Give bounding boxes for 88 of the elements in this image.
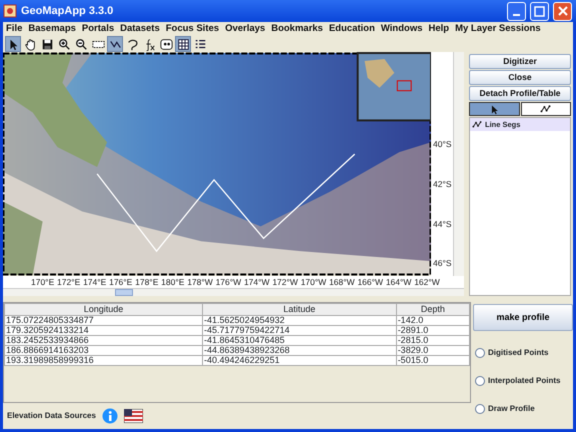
menu-item[interactable]: Overlays	[222, 22, 268, 36]
minimize-button[interactable]	[507, 2, 526, 20]
menu-item[interactable]: My Layer Sessions	[452, 22, 544, 36]
menu-item[interactable]: Portals	[78, 22, 118, 36]
segments-icon	[540, 104, 552, 114]
window-title: GeoMapApp 3.3.0	[21, 4, 114, 19]
inset-map[interactable]	[356, 52, 431, 122]
lasso-icon	[126, 38, 138, 50]
horizontal-scrollbar[interactable]	[3, 288, 464, 296]
maximize-icon	[534, 6, 545, 16]
zoom-out-icon	[74, 38, 88, 50]
table-cell: -45.71779759422714	[202, 326, 396, 336]
profile-line[interactable]	[96, 154, 356, 252]
latitude-label: 42°S	[433, 178, 453, 190]
latitude-label: 44°S	[433, 218, 453, 230]
menu-item[interactable]: Education	[326, 22, 378, 36]
longitude-label: 174°E	[83, 276, 106, 288]
column-header[interactable]: Depth	[396, 304, 470, 316]
table-cell: 183.2452533934866	[4, 336, 203, 346]
longitude-label: 170°E	[31, 276, 54, 288]
table-cell: 179.3205924133214	[4, 326, 203, 336]
menu-item[interactable]: Focus Sites	[162, 22, 222, 36]
table-cell: 193.31989858999316	[4, 356, 203, 366]
tool-tab[interactable]	[520, 102, 571, 116]
menu-item[interactable]: Datasets	[117, 22, 163, 36]
column-header[interactable]: Latitude	[202, 304, 396, 316]
save-icon	[40, 38, 54, 50]
longitude-label: 168°W	[329, 276, 355, 288]
panel-button[interactable]: Detach Profile/Table	[469, 86, 571, 101]
longitude-label: 170°W	[300, 276, 326, 288]
table-cell: -142.0	[396, 316, 470, 326]
close-icon	[558, 6, 568, 16]
radio-option[interactable]: Draw Profile	[475, 402, 573, 416]
zoom-in-icon	[58, 38, 70, 50]
panel-title: Digitizer	[469, 54, 571, 69]
longitude-label: 174°W	[244, 276, 270, 288]
menu-item[interactable]: Help	[426, 22, 452, 36]
tool-button[interactable]	[56, 36, 72, 52]
panel-button[interactable]: Close	[469, 70, 571, 85]
latitude-label: 40°S	[433, 138, 453, 151]
tool-button[interactable]	[175, 36, 191, 52]
maximize-button[interactable]	[530, 2, 549, 20]
table-cell: 175.07224805334877	[4, 316, 203, 326]
segments-icon	[472, 120, 482, 130]
make-profile-button[interactable]: make profile	[473, 304, 573, 331]
table-cell: -44.86389438923268	[202, 346, 396, 356]
list-icon	[194, 38, 206, 50]
close-button[interactable]	[553, 2, 572, 20]
table-cell: -3829.0	[396, 346, 470, 356]
table-cell: -2891.0	[396, 326, 470, 336]
radio-option[interactable]: Digitised Points	[475, 346, 573, 360]
latitude-label: 46°S	[433, 257, 453, 270]
menu-item[interactable]: File	[3, 22, 26, 36]
flag-icon[interactable]	[124, 409, 143, 423]
menu-item[interactable]: Basemaps	[25, 22, 79, 36]
info-icon[interactable]	[102, 408, 118, 424]
app-icon	[3, 4, 17, 18]
table-cell: -40.494246229251	[202, 356, 396, 366]
tool-tab[interactable]	[469, 102, 520, 116]
longitude-label: 178°W	[187, 276, 213, 288]
bathymetry-map[interactable]	[3, 52, 431, 276]
blob-icon	[160, 38, 172, 50]
longitude-label: 172°E	[57, 276, 80, 288]
tool-button[interactable]	[73, 36, 89, 52]
table-cell: -5015.0	[396, 356, 470, 366]
radio-option[interactable]: Interpolated Points	[475, 374, 573, 388]
longitude-label: 176°E	[109, 276, 132, 288]
longitude-label: 178°E	[135, 276, 158, 288]
table-cell: -2815.0	[396, 336, 470, 346]
tool-button[interactable]	[5, 36, 21, 52]
table-cell: -41.5625024954932	[202, 316, 396, 326]
longitude-label: 166°W	[357, 276, 384, 288]
longitude-label: 180°E	[161, 276, 184, 288]
hand-icon	[24, 38, 36, 50]
menu-item[interactable]: Bookmarks	[268, 22, 326, 36]
table-cell: -41.8645310476485	[202, 336, 396, 346]
vertical-scrollbar[interactable]	[453, 52, 464, 276]
minimize-icon	[513, 14, 520, 16]
longitude-label: 172°W	[272, 276, 298, 288]
longitude-label: 162°W	[414, 276, 440, 288]
longitude-label: 164°W	[386, 276, 412, 288]
grid-icon	[176, 38, 190, 50]
tool-button[interactable]	[107, 36, 123, 52]
menu-item[interactable]: Windows	[378, 22, 426, 36]
table-cell: 186.8866914163203	[4, 346, 203, 356]
longitude-label: 176°W	[216, 276, 242, 288]
status-label: Elevation Data Sources	[7, 410, 96, 422]
column-header[interactable]: Longitude	[4, 304, 203, 316]
